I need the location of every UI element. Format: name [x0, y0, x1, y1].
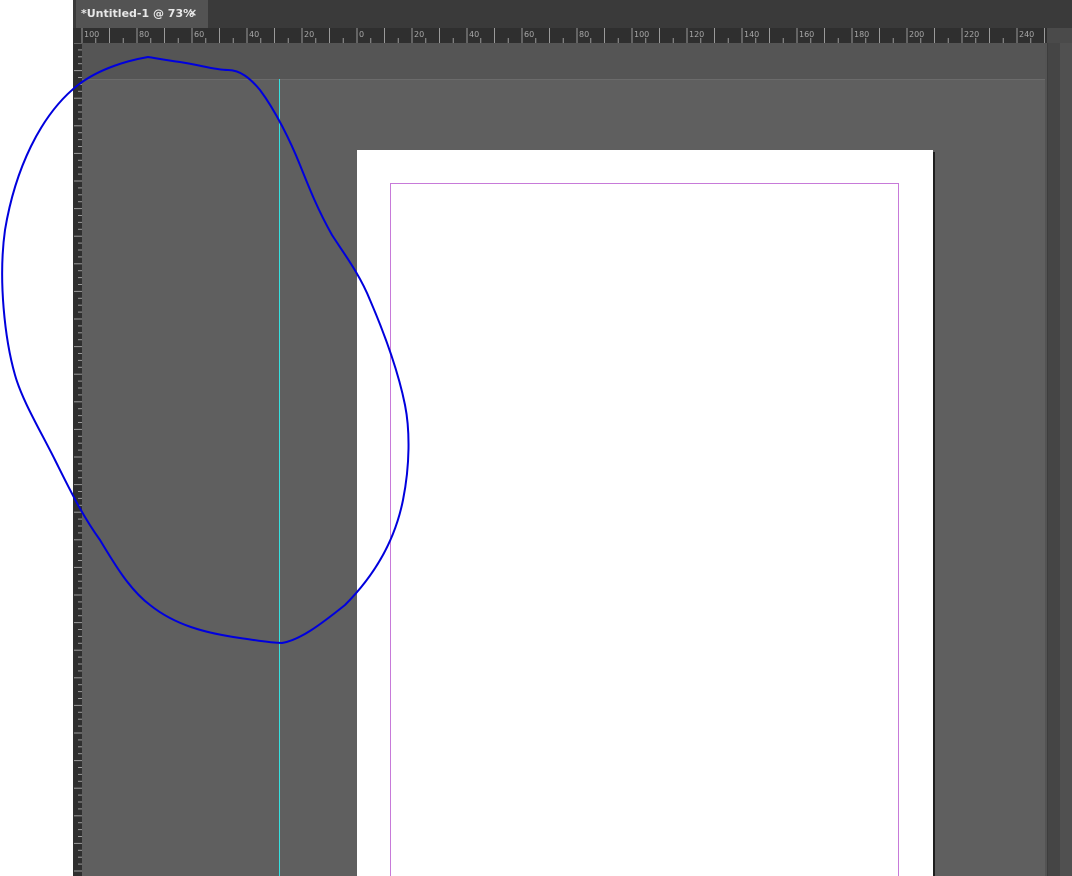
- panel-edge: [1060, 43, 1072, 876]
- ruler-label: 120: [689, 30, 704, 39]
- ruler-label: 100: [634, 30, 649, 39]
- ruler-label: 80: [139, 30, 149, 39]
- horizontal-ruler-scale: 100 80 60 40 20 0 20 40 60 80 100 120 140 160 180 200 22…: [81, 28, 1045, 43]
- document-page[interactable]: [357, 150, 933, 876]
- horizontal-ruler[interactable]: 100 80 60 40 20 0 20 40 60 80 100 120 140 160 180 200 22…: [73, 28, 1047, 43]
- ruler-label: 0: [359, 30, 364, 39]
- screen: *Untitled-1 @ 73% × 100 80 60 40 20 0 20 40 60 80…: [0, 0, 1072, 876]
- scrollbar-track[interactable]: [1047, 43, 1060, 876]
- ruler-label: 140: [744, 30, 759, 39]
- pasteboard-top-strip: [82, 43, 1045, 80]
- ruler-label: 40: [469, 30, 479, 39]
- ruler-label: 200: [909, 30, 924, 39]
- ruler-label: 100: [84, 30, 99, 39]
- ruler-label: 180: [854, 30, 869, 39]
- vertical-scrollbar[interactable]: [1047, 28, 1072, 876]
- vertical-ruler-scale: [74, 43, 82, 872]
- ruler-label: 80: [579, 30, 589, 39]
- close-icon[interactable]: ×: [188, 6, 197, 19]
- tab-bar: *Untitled-1 @ 73% ×: [73, 0, 1072, 28]
- ruler-label: 220: [964, 30, 979, 39]
- pasteboard[interactable]: [82, 43, 1045, 876]
- page-margin-guide: [390, 183, 899, 876]
- document-tab-title: *Untitled-1 @ 73%: [81, 7, 195, 20]
- ruler-label: 20: [414, 30, 424, 39]
- document-tab[interactable]: *Untitled-1 @ 73% ×: [76, 0, 208, 28]
- ruler-guide-vertical[interactable]: [279, 79, 280, 876]
- ruler-label: 240: [1019, 30, 1034, 39]
- ruler-label: 20: [304, 30, 314, 39]
- ruler-label: 60: [194, 30, 204, 39]
- ruler-label: 40: [249, 30, 259, 39]
- document-window: *Untitled-1 @ 73% × 100 80 60 40 20 0 20 40 60 80…: [73, 0, 1072, 876]
- vertical-ruler[interactable]: [73, 43, 82, 876]
- ruler-label: 60: [524, 30, 534, 39]
- ruler-label: 160: [799, 30, 814, 39]
